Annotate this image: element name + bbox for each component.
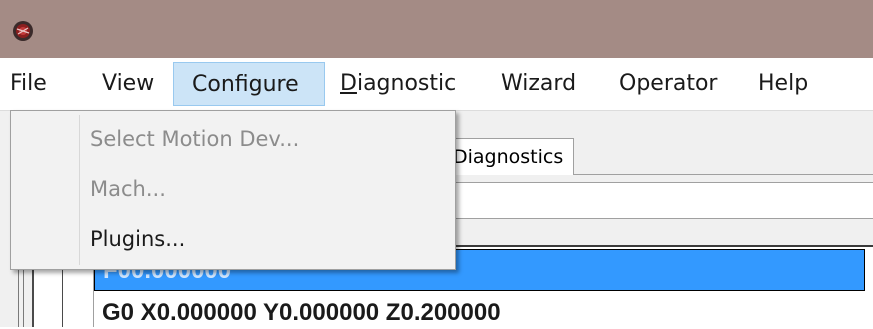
menu-bar: File View Configure Diagnostic Wizard Op… (0, 58, 873, 111)
menu-file[interactable]: File (6, 62, 51, 106)
mach-logo-icon[interactable] (12, 20, 34, 42)
title-bar (0, 0, 873, 58)
menu-item-mach[interactable]: Mach... (90, 169, 166, 209)
menu-view[interactable]: View (98, 62, 158, 106)
menu-diagnostic-label: iagnostic (356, 71, 457, 96)
tab-diagnostics[interactable]: Diagnostics (436, 138, 574, 175)
menu-diagnostic-mnemonic: D (340, 71, 357, 96)
menu-item-plugins[interactable]: Plugins... (90, 219, 185, 259)
dropdown-icon-gutter (79, 115, 80, 265)
menu-help[interactable]: Help (754, 62, 812, 106)
menu-diagnostic[interactable]: Diagnostic (336, 62, 460, 106)
menu-configure[interactable]: Configure (173, 62, 325, 106)
mdi-input[interactable] (440, 182, 873, 219)
gcode-line[interactable]: G0 X0.000000 Y0.000000 Z0.200000 (102, 297, 501, 329)
menu-operator[interactable]: Operator (615, 62, 721, 106)
menu-configure-label: Configure (192, 72, 299, 97)
menu-item-select-motion-dev[interactable]: Select Motion Dev... (90, 119, 299, 159)
menu-wizard[interactable]: Wizard (497, 62, 580, 106)
configure-dropdown-menu: Select Motion Dev... Mach... Plugins... (10, 110, 456, 270)
